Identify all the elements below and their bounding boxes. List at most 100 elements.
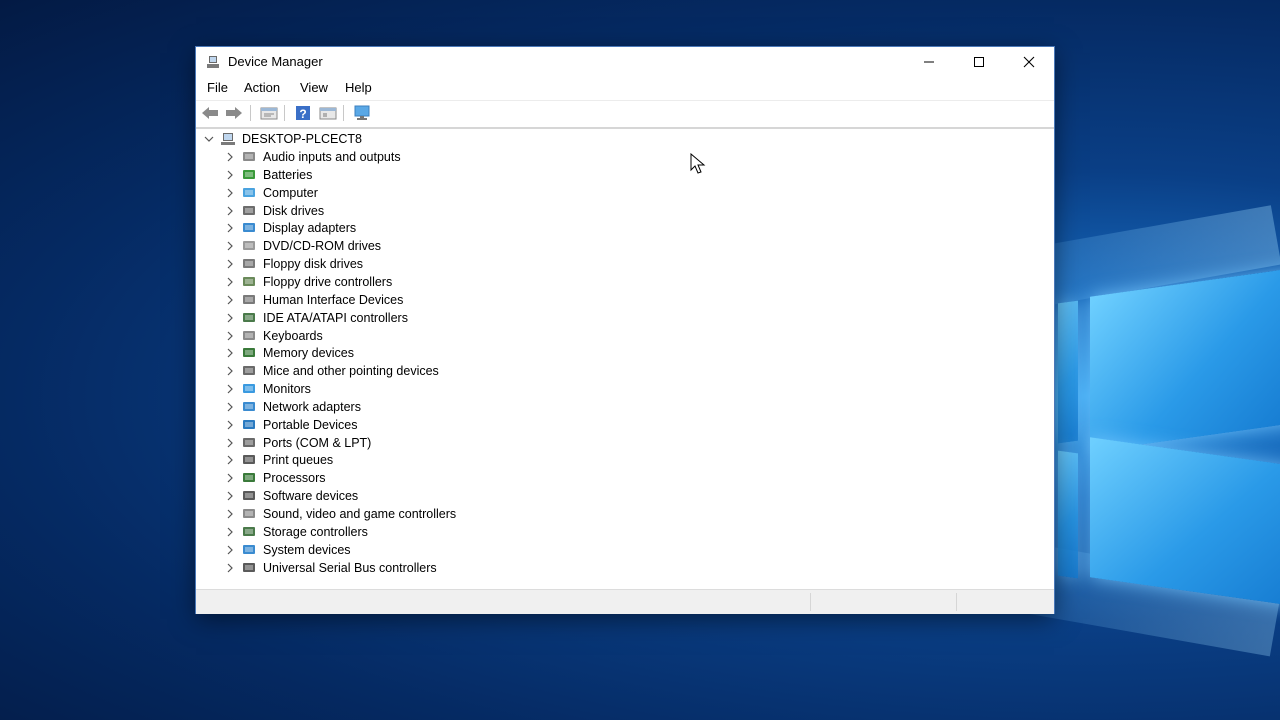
tree-item[interactable]: System devices [223, 541, 351, 559]
chevron-right-icon[interactable] [223, 255, 237, 273]
tree-item[interactable]: Floppy disk drives [223, 255, 363, 273]
tree-item[interactable]: Disk drives [223, 202, 324, 220]
maximize-button[interactable] [956, 47, 1002, 77]
tree-item[interactable]: IDE ATA/ATAPI controllers [223, 309, 408, 327]
printer-icon [241, 453, 257, 467]
computer-root-icon [220, 132, 236, 146]
status-cell [956, 593, 957, 611]
chevron-right-icon[interactable] [223, 523, 237, 541]
tree-item-label: Storage controllers [263, 524, 368, 539]
scan-hardware-button[interactable] [352, 104, 372, 122]
tree-item[interactable]: Audio inputs and outputs [223, 148, 401, 166]
chevron-right-icon[interactable] [223, 291, 237, 309]
menu-action[interactable]: Action [244, 80, 280, 95]
tree-item[interactable]: Computer [223, 184, 318, 202]
port-icon [241, 436, 257, 450]
tree-item-label: Floppy drive controllers [263, 274, 393, 289]
maximize-icon [974, 57, 984, 67]
tree-item-label: Keyboards [263, 328, 323, 343]
chevron-right-icon[interactable] [223, 434, 237, 452]
properties-icon [260, 107, 278, 120]
tree-item[interactable]: Network adapters [223, 398, 361, 416]
windows-logo [1058, 262, 1280, 622]
floppy-disk-icon [241, 257, 257, 271]
chevron-right-icon[interactable] [223, 469, 237, 487]
monitor-scan-icon [354, 105, 370, 120]
back-arrow-icon [202, 107, 218, 119]
tree-item-label: Network adapters [263, 399, 361, 414]
chevron-right-icon[interactable] [223, 273, 237, 291]
menu-view[interactable]: View [300, 80, 328, 95]
tree-item[interactable]: Batteries [223, 166, 312, 184]
device-manager-window: Device Manager File Action View Help ? D… [196, 47, 1054, 614]
chevron-right-icon[interactable] [223, 451, 237, 469]
tree-item-label: IDE ATA/ATAPI controllers [263, 310, 408, 325]
root-label: DESKTOP-PLCECT8 [242, 132, 362, 146]
tree-item[interactable]: Software devices [223, 487, 358, 505]
floppy-controller-icon [241, 275, 257, 289]
window-title: Device Manager [228, 54, 323, 69]
device-tree: DESKTOP-PLCECT8 Audio inputs and outputs… [196, 127, 1054, 591]
tree-item[interactable]: Storage controllers [223, 523, 368, 541]
tree-item-label: Disk drives [263, 203, 325, 218]
chevron-right-icon[interactable] [223, 237, 237, 255]
minimize-button[interactable] [906, 47, 952, 77]
back-button[interactable] [200, 104, 220, 122]
action-view-button[interactable] [318, 104, 338, 122]
chevron-right-icon[interactable] [223, 327, 237, 345]
tree-item[interactable]: Sound, video and game controllers [223, 505, 456, 523]
status-cell [810, 593, 811, 611]
chevron-right-icon[interactable] [223, 362, 237, 380]
chevron-right-icon[interactable] [223, 398, 237, 416]
chevron-right-icon[interactable] [223, 344, 237, 362]
minimize-icon [924, 61, 934, 63]
chevron-right-icon[interactable] [223, 541, 237, 559]
svg-text:?: ? [299, 107, 306, 121]
title-bar[interactable]: Device Manager [196, 47, 1054, 77]
tree-item[interactable]: Processors [223, 469, 326, 487]
chevron-right-icon[interactable] [223, 202, 237, 220]
menu-file[interactable]: File [207, 80, 228, 95]
help-icon: ? [296, 106, 310, 121]
chevron-right-icon[interactable] [223, 166, 237, 184]
menu-help[interactable]: Help [345, 80, 372, 95]
chevron-right-icon[interactable] [223, 487, 237, 505]
tree-item[interactable]: Mice and other pointing devices [223, 362, 439, 380]
tree-root[interactable]: DESKTOP-PLCECT8 [202, 130, 362, 148]
forward-button[interactable] [224, 104, 244, 122]
tree-item[interactable]: Floppy drive controllers [223, 273, 392, 291]
properties-button[interactable] [259, 104, 279, 122]
chevron-right-icon[interactable] [223, 505, 237, 523]
tree-item[interactable]: Monitors [223, 380, 311, 398]
chevron-right-icon[interactable] [223, 309, 237, 327]
tree-item[interactable]: Keyboards [223, 327, 323, 345]
chevron-right-icon[interactable] [223, 184, 237, 202]
chevron-right-icon[interactable] [223, 416, 237, 434]
help-button[interactable]: ? [293, 104, 313, 122]
chevron-right-icon[interactable] [223, 219, 237, 237]
tree-item-label: System devices [263, 542, 351, 557]
close-button[interactable] [1006, 47, 1052, 77]
chevron-right-icon[interactable] [223, 559, 237, 577]
toolbar: ? [196, 100, 1054, 126]
usb-icon [241, 561, 257, 575]
tree-item[interactable]: Display adapters [223, 219, 356, 237]
tree-item[interactable]: Universal Serial Bus controllers [223, 559, 437, 577]
tree-item[interactable]: DVD/CD-ROM drives [223, 237, 381, 255]
storage-controller-icon [241, 525, 257, 539]
tree-item-label: Universal Serial Bus controllers [263, 560, 437, 575]
chevron-right-icon[interactable] [223, 148, 237, 166]
tree-item[interactable]: Memory devices [223, 344, 354, 362]
tree-item[interactable]: Portable Devices [223, 416, 358, 434]
tree-item[interactable]: Ports (COM & LPT) [223, 434, 371, 452]
tree-item[interactable]: Print queues [223, 451, 333, 469]
battery-icon [241, 168, 257, 182]
chevron-right-icon[interactable] [223, 380, 237, 398]
tree-item[interactable]: Human Interface Devices [223, 291, 403, 309]
memory-icon [241, 346, 257, 360]
toolbar-separator [343, 105, 344, 121]
chevron-down-icon[interactable] [202, 130, 216, 148]
toolbar-separator [284, 105, 285, 121]
tree-item-label: Ports (COM & LPT) [263, 435, 372, 450]
tree-item-label: Print queues [263, 453, 334, 468]
